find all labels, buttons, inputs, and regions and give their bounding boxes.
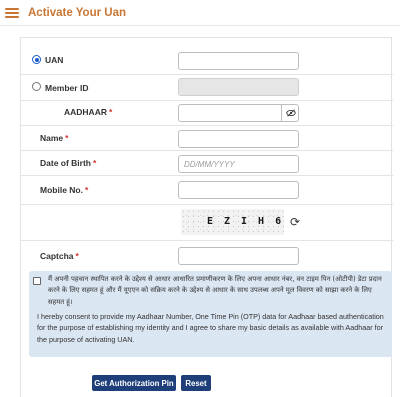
aadhaar-row: AADHAAR * [21,101,393,126]
required-marker: * [108,107,113,117]
captcha-label-text: Captcha [40,251,74,261]
page-title: Activate Your Uan [28,6,126,19]
required-marker: * [84,185,89,195]
consent-checkbox[interactable] [33,277,41,285]
uan-radio[interactable] [32,55,41,64]
menu-icon[interactable] [5,7,19,18]
mobile-input[interactable] [178,181,299,199]
activate-uan-form: UAN Member ID AADHAAR * Name * Date of Bir… [20,37,393,397]
mobile-label: Mobile No. * [40,185,88,195]
aadhaar-label: AADHAAR * [64,107,112,117]
aadhaar-label-text: AADHAAR [64,107,107,117]
captcha-row: Captcha * [21,241,393,271]
reset-button[interactable]: Reset [181,375,211,391]
top-bar: Activate Your Uan [0,0,400,26]
name-label: Name * [40,133,68,143]
consent-text-hindi: मैं अपनी पहचान स्थापित करने के उद्देश्य … [48,275,382,306]
uan-row: UAN [21,38,393,75]
eye-slash-glyph [285,109,296,117]
uan-label: UAN [45,55,64,65]
mobile-label-text: Mobile No. [40,185,83,195]
name-row: Name * [21,126,393,151]
member-id-radio[interactable] [32,82,41,91]
captcha-text: EZIH6 [207,216,284,227]
dob-label-text: Date of Birth [40,158,91,168]
name-input[interactable] [178,130,299,148]
consent-text-english: I hereby consent to provide my Aadhaar N… [37,312,384,344]
member-id-label: Member ID [45,83,89,93]
captcha-image: EZIH6 [181,209,284,235]
eye-slash-icon[interactable] [281,104,299,122]
name-label-text: Name [40,133,64,143]
member-id-input [178,78,299,96]
member-id-row: Member ID [21,75,393,101]
captcha-label: Captcha * [40,251,79,261]
uan-input[interactable] [178,52,299,70]
get-authorization-pin-button[interactable]: Get Authorization Pin [92,375,176,391]
refresh-icon[interactable]: ⟳ [290,215,300,229]
dob-row: Date of Birth * [21,151,393,176]
required-marker: * [75,251,79,261]
required-marker: * [93,158,97,168]
required-marker: * [65,133,69,143]
dob-label: Date of Birth * [40,158,96,168]
captcha-input[interactable] [178,247,299,265]
consent-box: मैं अपनी पहचान स्थापित करने के उद्देश्य … [29,271,392,357]
dob-input[interactable] [178,155,299,173]
mobile-row: Mobile No. * [21,176,393,205]
